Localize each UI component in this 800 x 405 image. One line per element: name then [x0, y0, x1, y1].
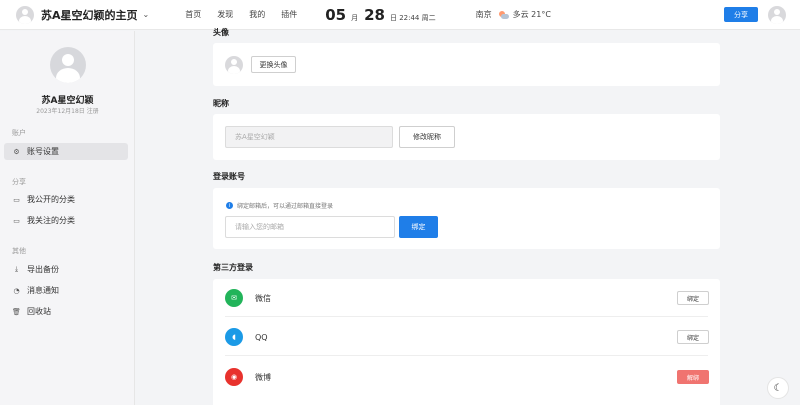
- third-party-name: 微博: [255, 372, 271, 382]
- qq-icon: ◖: [225, 328, 243, 346]
- change-avatar-button[interactable]: 更换头像: [251, 56, 296, 73]
- date-month: 05: [325, 5, 347, 24]
- avatar-section-title: 头像: [213, 28, 229, 37]
- third-party-name: QQ: [255, 332, 268, 342]
- third-party-row-wechat: ✉ 微信 绑定: [213, 279, 720, 317]
- sidebar-item-label: 我公开的分类: [27, 195, 75, 204]
- main-nav: 首页 发现 我的 插件: [185, 9, 313, 20]
- cloudy-icon: [498, 10, 509, 19]
- bind-email-button[interactable]: 绑定: [399, 216, 438, 238]
- current-avatar: [225, 56, 243, 74]
- third-party-section-title: 第三方登录: [213, 263, 253, 272]
- weibo-icon: ◉: [225, 368, 243, 386]
- weather-text: 多云 21°C: [512, 10, 551, 19]
- nav-home[interactable]: 首页: [185, 9, 201, 20]
- share-button[interactable]: 分享: [724, 7, 758, 22]
- sidebar-item-trash[interactable]: 🗑 回收站: [4, 303, 128, 320]
- chevron-down-icon[interactable]: ⌄: [143, 10, 150, 19]
- sidebar-item-notifications[interactable]: ◔ 消息通知: [4, 282, 128, 299]
- nav-plugins[interactable]: 插件: [281, 9, 297, 20]
- edit-nickname-button[interactable]: 修改昵称: [399, 126, 455, 148]
- sidebar-item-label: 导出备份: [27, 265, 59, 274]
- section-title-other: 其他: [12, 247, 26, 255]
- user-avatar-icon[interactable]: [768, 6, 786, 24]
- weather-widget: 南京 多云 21°C: [476, 9, 551, 20]
- sidebar-item-public-categories[interactable]: ▭ 我公开的分类: [4, 191, 128, 208]
- date-display: 05 月 28 日 22:44 周二: [325, 6, 441, 24]
- avatar[interactable]: [16, 5, 34, 24]
- login-section-title: 登录账号: [213, 172, 245, 181]
- top-bar: 苏A星空幻颖的主页 ⌄ 首页 发现 我的 插件 05 月 28 日 22:44 …: [0, 0, 800, 30]
- wechat-icon: ✉: [225, 289, 243, 307]
- email-hint: i 绑定邮箱后，可以通过邮箱直接登录: [226, 201, 333, 210]
- row-divider: [225, 316, 708, 317]
- home-title[interactable]: 苏A星空幻颖的主页: [41, 7, 138, 23]
- bind-wechat-button[interactable]: 绑定: [677, 291, 709, 305]
- third-party-row-weibo: ◉ 微博 解绑: [213, 358, 720, 396]
- nickname-section-title: 昵称: [213, 99, 229, 108]
- gear-icon: ⚙: [13, 147, 20, 156]
- date-day: 28: [364, 5, 385, 24]
- sidebar-item-label: 我关注的分类: [27, 216, 75, 225]
- sidebar-item-label: 账号设置: [27, 147, 59, 156]
- third-party-name: 微信: [255, 293, 271, 303]
- email-input[interactable]: 请输入您的邮箱: [225, 216, 395, 238]
- sidebar: 苏A星空幻颖 2023年12月18日 注册 账户 ⚙ 账号设置 分享 ▭ 我公开…: [0, 31, 135, 405]
- nav-mine[interactable]: 我的: [249, 9, 265, 20]
- sidebar-item-followed-categories[interactable]: ▭ 我关注的分类: [4, 212, 128, 229]
- email-hint-text: 绑定邮箱后，可以通过邮箱直接登录: [237, 203, 334, 210]
- sidebar-item-account-settings[interactable]: ⚙ 账号设置: [4, 143, 128, 160]
- profile-name: 苏A星空幻颖: [41, 96, 94, 106]
- date-time: 日 22:44 周二: [389, 13, 436, 22]
- section-title-account: 账户: [12, 129, 26, 137]
- info-icon: i: [226, 202, 233, 209]
- bell-icon: ◔: [13, 286, 20, 295]
- section-title-share: 分享: [12, 178, 26, 186]
- sidebar-item-label: 消息通知: [27, 286, 59, 295]
- row-divider: [225, 355, 708, 356]
- third-party-row-qq: ◖ QQ 绑定: [213, 318, 720, 356]
- nav-discover[interactable]: 发现: [217, 9, 233, 20]
- weather-city: 南京: [475, 10, 492, 19]
- folder-icon: ▭: [13, 216, 20, 225]
- folder-icon: ▭: [13, 195, 20, 204]
- register-date: 2023年12月18日 注册: [36, 108, 99, 115]
- sidebar-item-label: 回收站: [27, 307, 51, 316]
- date-month-unit: 月: [351, 13, 359, 22]
- unbind-weibo-button[interactable]: 解绑: [677, 370, 709, 384]
- dark-mode-toggle-icon[interactable]: ☾: [767, 377, 789, 399]
- trash-icon: 🗑: [12, 307, 21, 316]
- bind-qq-button[interactable]: 绑定: [677, 330, 709, 344]
- nickname-field[interactable]: 苏A星空幻颖: [225, 126, 393, 148]
- profile-avatar: [50, 47, 86, 83]
- sidebar-item-export[interactable]: ⤓ 导出备份: [4, 261, 128, 278]
- download-icon: ⤓: [14, 265, 19, 273]
